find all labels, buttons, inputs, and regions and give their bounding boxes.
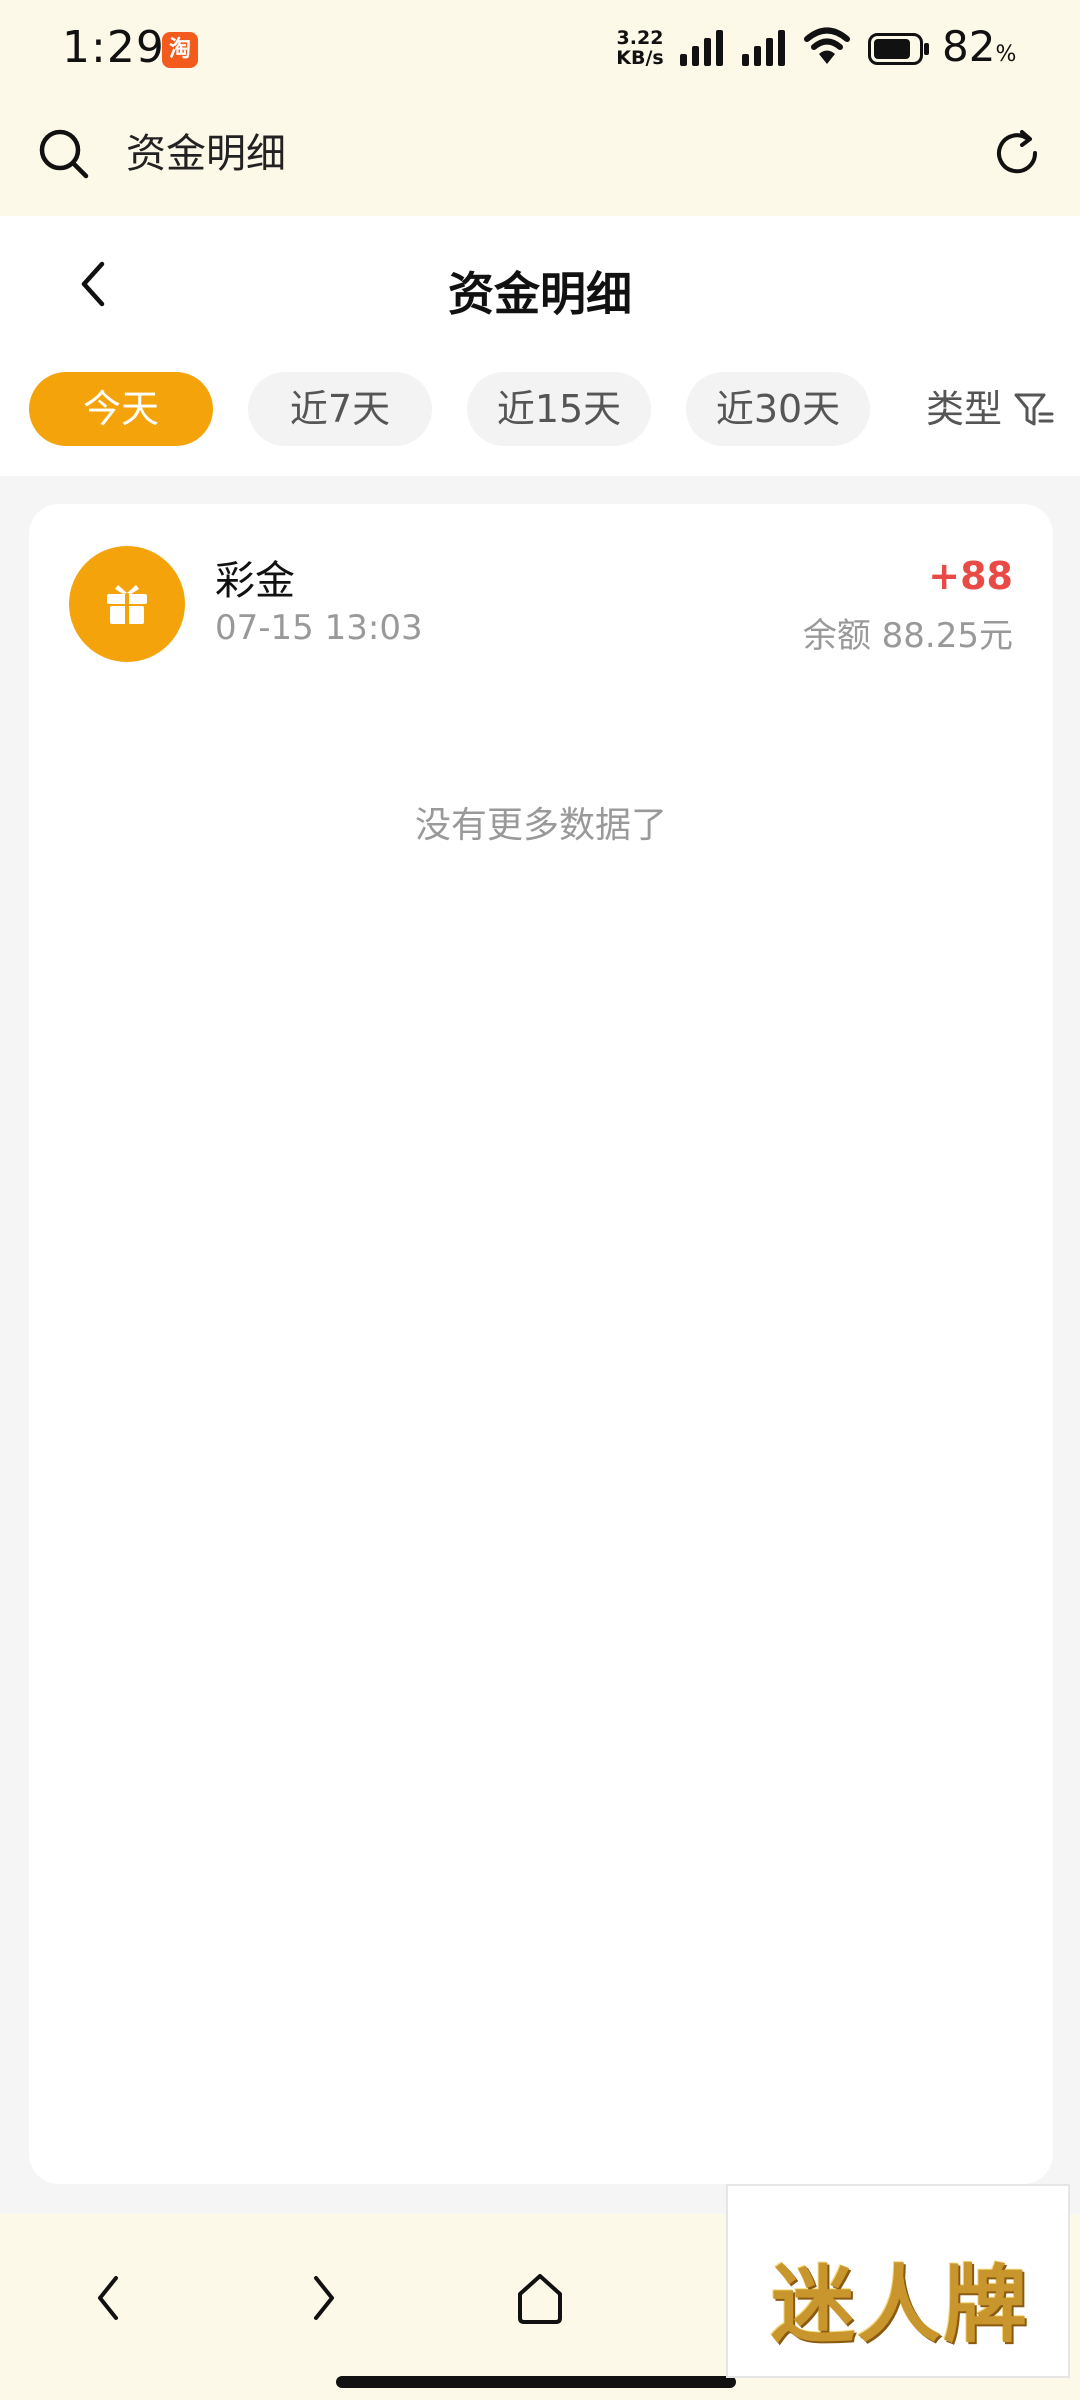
watermark-logo: 迷人牌 xyxy=(726,2184,1070,2378)
transaction-row[interactable]: 彩金 07-15 13:03 +88 余额 88.25元 xyxy=(29,504,1053,704)
tab-30-days[interactable]: 近30天 xyxy=(686,372,870,446)
battery-level: 82% xyxy=(942,22,1016,71)
app-root: 1:29 淘 3.22 KB/s 82% 资金明细 资金明细 今天 近7天 近1… xyxy=(0,0,1080,2400)
network-speed-value: 3.22 xyxy=(616,27,664,49)
address-text[interactable]: 资金明细 xyxy=(126,126,286,182)
battery-icon xyxy=(868,33,929,65)
transaction-balance: 余额 88.25元 xyxy=(802,616,1013,656)
status-time: 1:29 xyxy=(62,22,165,73)
taobao-app-badge: 淘 xyxy=(162,32,198,68)
wifi-icon xyxy=(804,27,850,64)
chevron-right-icon[interactable] xyxy=(296,2266,352,2330)
transaction-amount: +88 xyxy=(928,554,1013,598)
transaction-name: 彩金 xyxy=(215,558,295,604)
tab-15-days[interactable]: 近15天 xyxy=(467,372,651,446)
home-indicator[interactable] xyxy=(336,2376,736,2388)
tab-today[interactable]: 今天 xyxy=(29,372,213,446)
battery-level-unit: % xyxy=(995,42,1017,67)
page-title: 资金明细 xyxy=(448,267,632,321)
network-speed: 3.22 KB/s xyxy=(610,28,670,68)
gift-icon xyxy=(69,546,185,662)
search-icon[interactable] xyxy=(36,126,92,182)
refresh-icon[interactable] xyxy=(990,126,1044,180)
page-header: 资金明细 今天 近7天 近15天 近30天 类型 xyxy=(0,216,1080,476)
browser-address-bar: 资金明细 xyxy=(0,100,1080,216)
watermark-text: 迷人牌 xyxy=(770,2255,1029,2354)
status-bar: 1:29 淘 3.22 KB/s 82% xyxy=(0,0,1080,100)
list-end-text: 没有更多数据了 xyxy=(414,805,667,846)
cell-signal-icon-2 xyxy=(742,30,785,66)
network-speed-unit: KB/s xyxy=(616,47,664,69)
transactions-card: 彩金 07-15 13:03 +88 余额 88.25元 没有更多数据了 xyxy=(29,504,1053,2184)
transaction-time: 07-15 13:03 xyxy=(215,608,423,648)
battery-level-value: 82 xyxy=(942,22,996,71)
date-range-tabs: 今天 近7天 近15天 近30天 类型 xyxy=(0,372,1080,446)
cell-signal-icon xyxy=(680,30,723,66)
filter-icon[interactable] xyxy=(1014,392,1054,428)
chevron-left-icon[interactable] xyxy=(80,2266,136,2330)
home-icon[interactable] xyxy=(512,2266,568,2330)
tab-7-days[interactable]: 近7天 xyxy=(248,372,432,446)
type-filter-button[interactable]: 类型 xyxy=(926,372,1002,446)
